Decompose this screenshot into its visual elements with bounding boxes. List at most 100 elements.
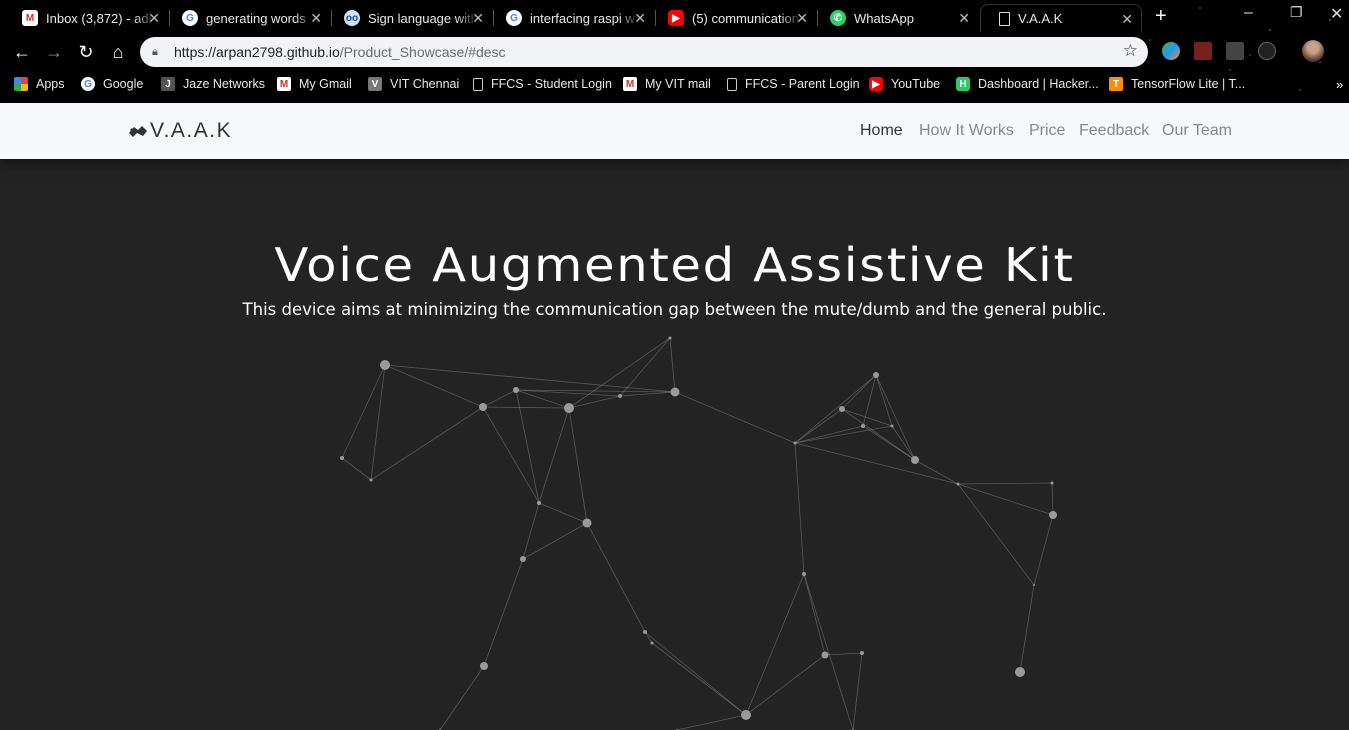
particle-link xyxy=(676,714,747,730)
particle-link xyxy=(875,374,893,427)
particle-link xyxy=(384,364,484,408)
address-bar[interactable]: 🔒︎ https://arpan2798.github.io/Product_S… xyxy=(140,37,1148,67)
particle-link xyxy=(957,483,1054,516)
bookmark-apps[interactable]: Apps xyxy=(14,75,65,93)
profile-avatar[interactable] xyxy=(1302,40,1324,62)
particle-link xyxy=(1051,482,1054,516)
new-tab-button[interactable]: + xyxy=(1155,5,1167,28)
bookmark-ffcs-parent[interactable]: FFCS - Parent Login xyxy=(727,75,860,93)
close-icon[interactable]: ✕ xyxy=(796,10,808,27)
close-icon[interactable]: ✕ xyxy=(148,10,160,27)
extension-icon[interactable] xyxy=(1258,42,1276,60)
home-button[interactable]: ⌂ xyxy=(106,40,130,64)
bookmark-vit-chennai[interactable]: V VIT Chennai xyxy=(368,75,459,93)
close-icon[interactable]: ✕ xyxy=(958,10,970,27)
tab-youtube[interactable]: ▶ (5) communication ✕ xyxy=(646,4,816,32)
particle-link xyxy=(794,408,843,444)
gmail-icon: M xyxy=(277,77,291,91)
particle-link xyxy=(914,459,959,485)
pdf-extension-icon[interactable] xyxy=(1194,42,1212,60)
particle-node xyxy=(670,387,680,397)
bookmarks-overflow-icon[interactable]: » xyxy=(1336,75,1343,93)
nav-home[interactable]: Home xyxy=(860,122,903,140)
bookmark-youtube[interactable]: ▶ YouTube xyxy=(869,75,940,93)
site-navbar: V.A.A.K Home How It Works Price Feedback… xyxy=(0,103,1349,159)
browser-toolbar: ← → ↻ ⌂ 🔒︎ https://arpan2798.github.io/P… xyxy=(0,34,1349,70)
particle-link xyxy=(515,389,540,504)
forward-button[interactable]: → xyxy=(42,40,66,64)
bookmark-google[interactable]: G Google xyxy=(81,75,143,93)
tab-gmail[interactable]: M Inbox (3,872) - adi ✕ xyxy=(0,4,168,32)
minimize-button[interactable]: – xyxy=(1244,4,1253,22)
nav-how-it-works[interactable]: How It Works xyxy=(919,122,1014,140)
extension-icon[interactable] xyxy=(1226,42,1244,60)
bookmark-hackerrank[interactable]: H Dashboard | Hacker... xyxy=(956,75,1099,93)
particle-node xyxy=(860,651,864,655)
close-icon[interactable]: ✕ xyxy=(472,10,484,27)
bookmark-jaze-networks[interactable]: J Jaze Networks xyxy=(161,75,265,93)
nav-feedback[interactable]: Feedback xyxy=(1079,122,1149,140)
particle-link xyxy=(669,337,676,393)
extension-icon[interactable] xyxy=(1162,42,1180,60)
reload-button[interactable]: ↻ xyxy=(74,40,98,64)
particle-link xyxy=(538,407,570,504)
bookmark-tensorflow[interactable]: T TensorFlow Lite | T... xyxy=(1109,75,1245,93)
lock-icon: 🔒︎ xyxy=(152,46,158,58)
particle-link xyxy=(957,483,1035,586)
web-page: V.A.A.K Home How It Works Price Feedback… xyxy=(0,103,1349,730)
particle-node xyxy=(890,424,894,428)
particle-link xyxy=(794,442,805,575)
document-icon xyxy=(727,77,737,91)
browser-chrome: M Inbox (3,872) - adi ✕ G generating wor… xyxy=(0,0,1349,103)
youtube-icon: ▶ xyxy=(869,77,883,91)
particle-link xyxy=(644,631,747,716)
document-icon xyxy=(999,11,1010,26)
particle-link xyxy=(341,457,372,481)
brand-link[interactable]: V.A.A.K xyxy=(128,119,232,143)
particle-link xyxy=(568,395,621,409)
particle-link xyxy=(522,502,540,560)
tab-whatsapp[interactable]: ✆ WhatsApp ✕ xyxy=(808,4,978,32)
particle-node xyxy=(956,482,960,486)
particle-node xyxy=(861,424,865,428)
particle-node xyxy=(643,630,647,634)
hero-subtitle: This device aims at minimizing the commu… xyxy=(242,300,1107,319)
hackerrank-icon: H xyxy=(956,77,970,91)
document-icon xyxy=(473,77,483,91)
bookmark-star-icon[interactable]: ☆ xyxy=(1123,41,1138,61)
nav-our-team[interactable]: Our Team xyxy=(1162,122,1232,140)
tab-interfacing-raspi[interactable]: G interfacing raspi w ✕ xyxy=(484,4,654,32)
close-icon[interactable]: ✕ xyxy=(634,10,646,27)
close-window-button[interactable]: ✕ xyxy=(1330,4,1343,24)
particle-link xyxy=(1033,514,1054,586)
close-icon[interactable]: ✕ xyxy=(1121,11,1133,28)
particle-link xyxy=(538,502,588,524)
particle-node xyxy=(618,394,622,398)
particle-link xyxy=(745,654,826,716)
tab-sign-language[interactable]: oo Sign language with ✕ xyxy=(322,4,492,32)
particle-link xyxy=(891,425,916,461)
particle-link xyxy=(568,407,588,524)
particle-node xyxy=(520,556,526,562)
tab-vaak[interactable]: V.A.A.K ✕ xyxy=(980,4,1142,32)
tab-generating-words[interactable]: G generating words ✕ xyxy=(160,4,330,32)
glasses-icon: oo xyxy=(344,10,360,26)
restore-button[interactable]: ❐ xyxy=(1290,4,1303,21)
bookmark-my-vit-mail[interactable]: M My VIT mail xyxy=(623,75,711,93)
bookmark-my-gmail[interactable]: M My Gmail xyxy=(277,75,352,93)
particle-link xyxy=(482,406,570,409)
particle-link xyxy=(794,442,959,485)
gmail-icon: M xyxy=(623,77,637,91)
url-path: /Product_Showcase/#desc xyxy=(339,44,506,60)
particle-link xyxy=(1019,584,1035,673)
bookmarks-bar: Apps G Google J Jaze Networks M My Gmail… xyxy=(0,70,1349,98)
particle-link xyxy=(370,406,484,481)
particle-link xyxy=(841,408,916,461)
close-icon[interactable]: ✕ xyxy=(310,10,322,27)
back-button[interactable]: ← xyxy=(10,40,34,64)
bookmark-ffcs-student[interactable]: FFCS - Student Login xyxy=(473,75,612,93)
particle-node xyxy=(1015,667,1025,677)
particle-link xyxy=(482,389,517,408)
particle-node xyxy=(1050,481,1054,485)
nav-price[interactable]: Price xyxy=(1029,122,1065,140)
